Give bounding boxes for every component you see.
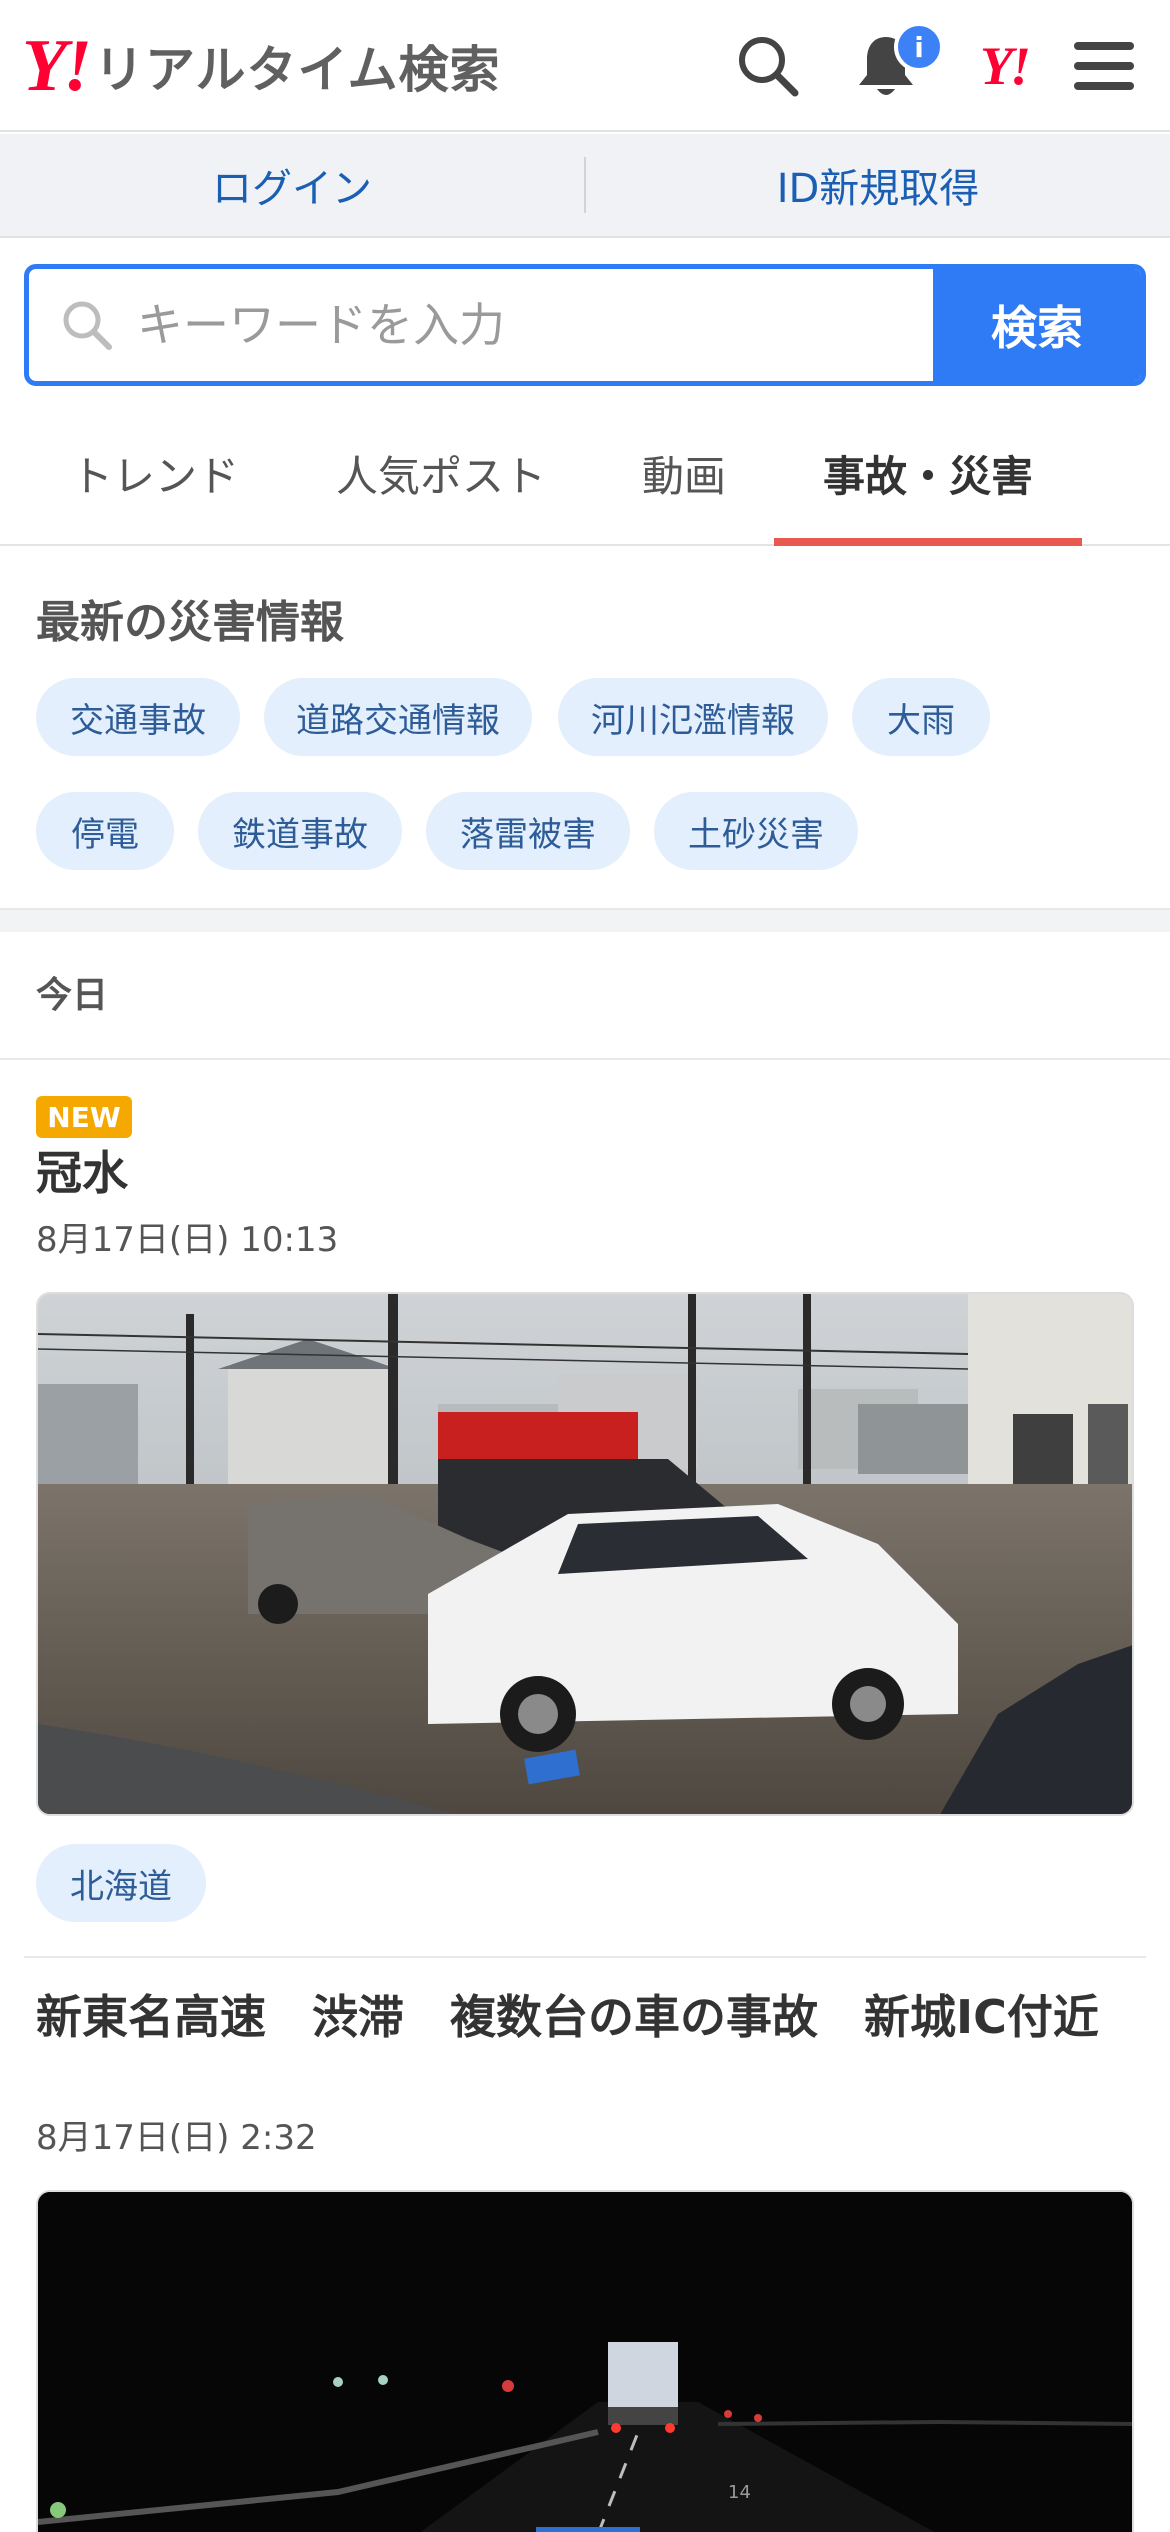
card-title[interactable]: 新東名高速 渋滞 複数台の車の事故 新城IC付近 xyxy=(36,1988,1136,2046)
chip-lightning-damage[interactable]: 落雷被害 xyxy=(426,792,630,870)
auth-bar: ログイン ID新規取得 xyxy=(0,134,1170,238)
notification-badge: i xyxy=(894,22,944,72)
search-field xyxy=(29,269,933,381)
card-divider xyxy=(24,1956,1146,1958)
register-link[interactable]: ID新規取得 xyxy=(586,156,1170,214)
search-field-icon xyxy=(63,301,112,350)
location-tag[interactable]: 北海道 xyxy=(36,1844,206,1922)
dashcam-overlay-text: 14 xyxy=(728,2482,751,2503)
chip-power-outage[interactable]: 停電 xyxy=(36,792,174,870)
search-button[interactable]: 検索 xyxy=(933,269,1141,381)
search-form: 検索 xyxy=(24,264,1146,386)
chip-river-flood-info[interactable]: 河川氾濫情報 xyxy=(558,678,828,756)
card-date: 8月17日(日) 2:32 xyxy=(36,2118,317,2158)
search-input[interactable] xyxy=(137,298,897,352)
logo-text: リアルタイム検索 xyxy=(94,41,501,99)
chip-road-traffic-info[interactable]: 道路交通情報 xyxy=(264,678,532,756)
tab-trend[interactable]: トレンド xyxy=(40,400,270,546)
app-header: Y! リアルタイム検索 i Y! xyxy=(0,0,1170,132)
section-divider xyxy=(0,908,1170,932)
notification-bell-icon[interactable]: i xyxy=(842,22,944,110)
page: Y! リアルタイム検索 i Y! ログイン ID新規取得 キーワードを入力 検索… xyxy=(0,0,1170,2532)
search-icon[interactable] xyxy=(724,22,812,110)
yahoo-realtime-logo[interactable]: Y! リアルタイム検索 xyxy=(22,26,501,106)
chip-heavy-rain[interactable]: 大雨 xyxy=(852,678,990,756)
divider xyxy=(0,1058,1170,1060)
latest-disaster-info: 最新の災害情報 交通事故 道路交通情報 河川氾濫情報 大雨 停電 鉄道事故 落雷… xyxy=(0,548,1170,908)
login-link[interactable]: ログイン xyxy=(0,156,584,214)
tab-video[interactable]: 動画 xyxy=(604,400,764,546)
chip-traffic-accident[interactable]: 交通事故 xyxy=(36,678,240,756)
chip-railway-accident[interactable]: 鉄道事故 xyxy=(198,792,402,870)
yahoo-top-link[interactable]: Y! xyxy=(960,22,1048,110)
card-image-flood[interactable] xyxy=(36,1292,1134,1816)
chip-landslide[interactable]: 土砂災害 xyxy=(654,792,858,870)
card-image-highway[interactable]: 14 xyxy=(36,2190,1134,2532)
logo-mark: Y! xyxy=(22,25,92,107)
card-title[interactable]: 冠水 xyxy=(36,1144,128,1202)
tab-popular-posts[interactable]: 人気ポスト xyxy=(318,400,564,546)
section-title: 最新の災害情報 xyxy=(36,597,344,648)
hamburger-menu-icon[interactable] xyxy=(1060,22,1148,110)
card-date: 8月17日(日) 10:13 xyxy=(36,1220,339,1260)
category-tabs: トレンド 人気ポスト 動画 事故・災害 xyxy=(0,400,1170,546)
yahoo-logo-icon: Y! xyxy=(980,36,1031,96)
tab-accident-disaster[interactable]: 事故・災害 xyxy=(774,400,1082,546)
new-badge: NEW xyxy=(36,1096,132,1138)
date-group-label: 今日 xyxy=(36,975,109,1016)
